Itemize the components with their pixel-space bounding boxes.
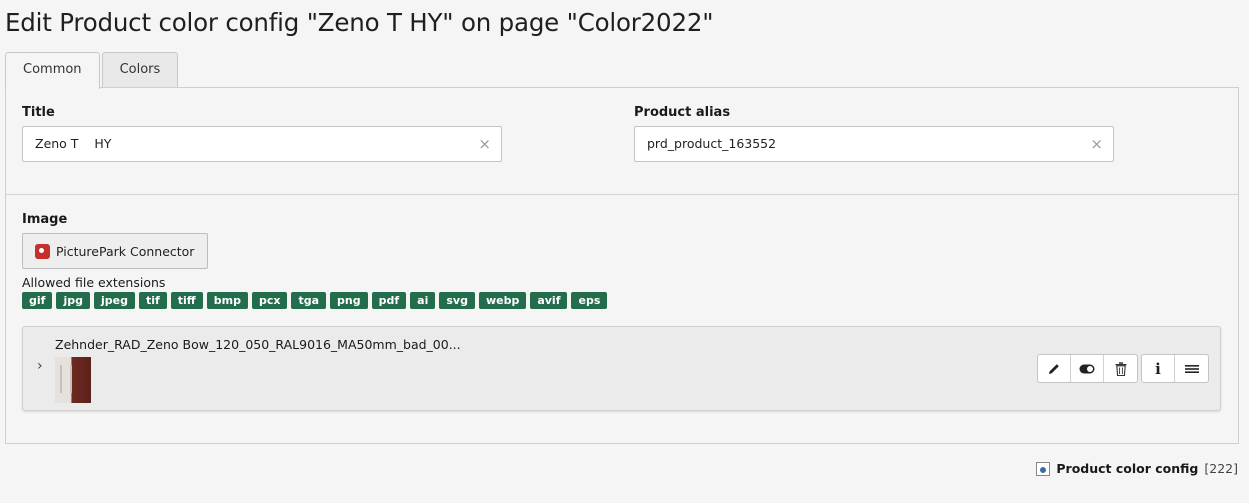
toggle-visibility-button[interactable]: [1071, 355, 1104, 382]
title-input[interactable]: Zeno T HY ×: [22, 126, 502, 162]
product-alias-input[interactable]: prd_product_163552 ×: [634, 126, 1114, 162]
extension-badge: png: [330, 292, 368, 309]
chevron-right-icon[interactable]: ›: [37, 358, 43, 374]
title-label: Title: [22, 105, 55, 120]
extension-badge: svg: [439, 292, 475, 309]
file-info-group: i: [1141, 354, 1209, 383]
file-action-group: [1037, 354, 1138, 383]
tab-bar: Common Colors: [5, 52, 179, 89]
general-section: Title Zeno T HY × Product alias prd_prod…: [6, 88, 1238, 195]
file-reference-card: › Zehnder_RAD_Zeno Bow_120_050_RAL9016_M…: [22, 326, 1221, 411]
tab-common[interactable]: Common: [5, 52, 100, 89]
image-label: Image: [22, 212, 68, 227]
file-thumbnail[interactable]: [55, 357, 91, 403]
extension-badge: pdf: [371, 292, 407, 309]
record-type: Product color config: [1056, 461, 1199, 476]
tab-colors[interactable]: Colors: [101, 52, 179, 88]
picturepark-button-label: PicturePark Connector: [56, 243, 195, 259]
extension-badge: gif: [22, 292, 53, 309]
extension-badge: avif: [530, 292, 568, 309]
hamburger-icon: [1184, 364, 1199, 373]
extension-badge: jpg: [56, 292, 90, 309]
delete-button[interactable]: [1104, 355, 1137, 382]
title-value: Zeno T HY: [35, 136, 112, 151]
menu-button[interactable]: [1175, 355, 1208, 382]
picturepark-icon: [35, 243, 50, 259]
toggle-icon: [1079, 364, 1095, 373]
page-title: Edit Product color config "Zeno T HY" on…: [5, 8, 714, 37]
file-name: Zehnder_RAD_Zeno Bow_120_050_RAL9016_MA5…: [55, 337, 461, 352]
info-button[interactable]: i: [1142, 355, 1175, 382]
extension-badge: bmp: [206, 292, 248, 309]
clear-icon[interactable]: ×: [1090, 127, 1103, 161]
picturepark-connector-button[interactable]: PicturePark Connector: [22, 233, 209, 269]
extension-badges: gif jpg jpeg tif tiff bmp pcx tga png pd…: [22, 292, 608, 309]
record-info: Product color config [222]: [1036, 461, 1238, 476]
extension-badge: pcx: [251, 292, 288, 309]
extension-badge: tif: [138, 292, 167, 309]
pencil-icon: [1049, 363, 1059, 374]
record-uid: [222]: [1204, 461, 1238, 476]
extension-badge: ai: [410, 292, 436, 309]
record-type-icon: [1036, 461, 1051, 476]
trash-icon: [1115, 361, 1126, 376]
clear-icon[interactable]: ×: [478, 127, 491, 161]
extension-badge: eps: [571, 292, 608, 309]
extension-badge: webp: [478, 292, 527, 309]
product-alias-value: prd_product_163552: [647, 136, 777, 151]
form-panel: Title Zeno T HY × Product alias prd_prod…: [5, 87, 1239, 444]
extension-badge: tga: [291, 292, 327, 309]
product-alias-label: Product alias: [634, 105, 731, 120]
extension-badge: tiff: [170, 292, 203, 309]
info-icon: i: [1155, 359, 1161, 378]
allowed-extensions-label: Allowed file extensions: [22, 275, 166, 290]
extension-badge: jpeg: [93, 292, 135, 309]
edit-button[interactable]: [1038, 355, 1071, 382]
